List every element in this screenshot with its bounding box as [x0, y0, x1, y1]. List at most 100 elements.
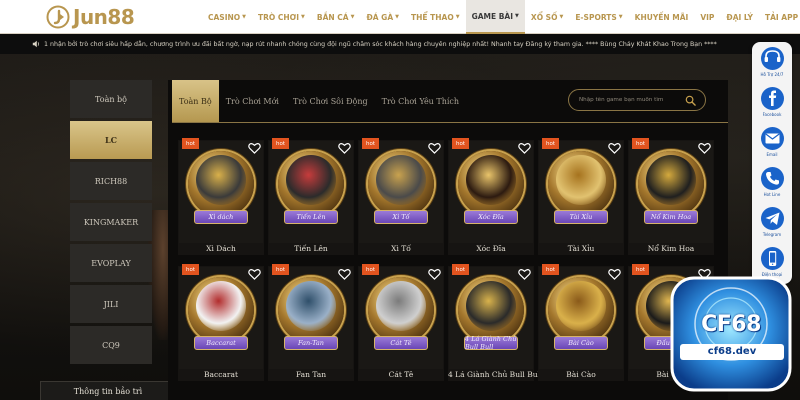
sidebar-item-1[interactable]: LC	[70, 121, 152, 159]
game-thumbnail: Fan-Tan	[269, 267, 353, 369]
rail-item-0[interactable]: Hỗ Trợ 24/7	[754, 44, 790, 84]
chevron-down-icon: ▼	[301, 14, 305, 20]
nav-item-11[interactable]: TẢI APP	[759, 0, 800, 34]
nav-item-3[interactable]: ĐÁ GÀ ▼	[360, 0, 405, 34]
nav-item-label: ĐÁ GÀ	[366, 12, 394, 22]
chevron-down-icon: ▼	[618, 14, 623, 20]
game-card[interactable]: Baccarat hot Baccarat	[178, 264, 264, 381]
tab-divider	[172, 122, 728, 123]
rail-item-2[interactable]: Email	[754, 124, 790, 164]
rail-item-3[interactable]: Hot Line	[754, 164, 790, 204]
facebook-icon	[760, 87, 784, 110]
nav-item-5[interactable]: GAME BÀI ▼	[465, 0, 525, 34]
game-name: Baccarat	[204, 370, 238, 379]
hot-badge: hot	[362, 264, 379, 275]
favorite-heart-icon[interactable]	[608, 268, 621, 280]
rail-label: Email	[766, 152, 778, 157]
sidebar-item-5[interactable]: JILI	[70, 285, 152, 323]
rail-item-1[interactable]: Facebook	[754, 84, 790, 124]
hot-badge: hot	[632, 138, 649, 149]
tab-0[interactable]: Toàn Bộ	[172, 80, 219, 122]
hot-badge: hot	[362, 138, 379, 149]
favorite-heart-icon[interactable]	[428, 142, 441, 154]
rail-label: Hỗ Trợ 24/7	[760, 72, 784, 77]
favorite-heart-icon[interactable]	[698, 142, 711, 154]
game-artwork	[196, 155, 246, 205]
hot-badge: hot	[542, 138, 559, 149]
top-header: Jun88 CASINO ▼ TRÒ CHƠI ▼ BẮN CÁ ▼ ĐÁ GÀ ▼ THỂ T…	[0, 0, 800, 34]
telegram-icon	[760, 207, 784, 230]
game-card[interactable]: Nổ Kim Hoa hot Nổ Kim Hoa	[628, 138, 714, 255]
game-card[interactable]: Tiến Lên hot Tiến Lên	[268, 138, 354, 255]
game-card[interactable]: Tài Xỉu hot Tài Xỉu	[538, 138, 624, 255]
search-icon[interactable]	[685, 95, 696, 106]
game-title-plate: Cát Tê	[374, 336, 428, 350]
rail-item-4[interactable]: Telegram	[754, 204, 790, 244]
nav-item-9[interactable]: VIP	[694, 0, 720, 34]
nav-item-label: KHUYẾN MÃI	[634, 12, 689, 22]
game-thumbnail: Tiến Lên	[269, 141, 353, 243]
sidebar-item-6[interactable]: CQ9	[70, 326, 152, 364]
nav-item-label: GAME BÀI	[471, 11, 514, 21]
nav-item-8[interactable]: KHUYẾN MÃI	[629, 0, 695, 34]
favorite-heart-icon[interactable]	[338, 268, 351, 280]
game-thumbnail: Xóc Đĩa	[449, 141, 533, 243]
game-name: 4 Lá Giành Chủ Bull Bull	[448, 370, 543, 379]
game-tabs: Toàn Bộ Trò Chơi Mới Trò Chơi Sôi Động Trò …	[172, 80, 466, 122]
hot-badge: hot	[182, 264, 199, 275]
game-card[interactable]: Xì dách hot Xì Dách	[178, 138, 264, 255]
game-title-plate: Xì dách	[194, 210, 248, 224]
sidebar-item-2[interactable]: RICH88	[70, 162, 152, 200]
game-panel: Toàn Bộ Trò Chơi Mới Trò Chơi Sôi Động Trò …	[168, 80, 728, 400]
game-thumbnail: Xì dách	[179, 141, 263, 243]
nav-item-label: VIP	[700, 12, 715, 22]
nav-item-4[interactable]: THỂ THAO ▼	[405, 0, 466, 34]
site-logo[interactable]: Jun88	[46, 3, 135, 31]
game-artwork	[376, 281, 426, 331]
tab-3[interactable]: Trò Chơi Yêu Thích	[375, 80, 466, 122]
favorite-heart-icon[interactable]	[518, 268, 531, 280]
game-name: Bài Cào	[566, 370, 596, 379]
nav-item-label: BẮN CÁ	[316, 12, 349, 22]
favorite-heart-icon[interactable]	[338, 142, 351, 154]
nav-item-1[interactable]: TRÒ CHƠI ▼	[252, 0, 311, 34]
marquee-text: 1 nhận bởi trò chơi siêu hấp dẫn, chương…	[44, 40, 717, 48]
favorite-heart-icon[interactable]	[248, 268, 261, 280]
favorite-heart-icon[interactable]	[428, 268, 441, 280]
game-card[interactable]: Fan-Tan hot Fan Tan	[268, 264, 354, 381]
game-card[interactable]: Xóc Đĩa hot Xóc Đĩa	[448, 138, 534, 255]
game-card[interactable]: 4 Lá Giành Chủ Bull Bull hot 4 Lá Giành Ch…	[448, 264, 543, 381]
nav-item-label: CASINO	[208, 12, 241, 22]
jun88-logo-icon	[46, 5, 70, 29]
nav-item-label: E-SPORTS	[575, 12, 617, 22]
favorite-heart-icon[interactable]	[518, 142, 531, 154]
nav-item-6[interactable]: XỔ SỐ ▼	[525, 0, 569, 34]
game-card[interactable]: Bài Cào hot Bài Cào	[538, 264, 624, 381]
favorite-heart-icon[interactable]	[608, 142, 621, 154]
game-search-input[interactable]	[579, 97, 683, 103]
game-card[interactable]: Cát Tê hot Cát Tê	[358, 264, 444, 381]
game-name: Nổ Kim Hoa	[647, 244, 695, 253]
chevron-down-icon: ▼	[515, 13, 519, 19]
game-artwork	[286, 155, 336, 205]
game-card[interactable]: Xì Tố hot Xì Tố	[358, 138, 444, 255]
chevron-down-icon: ▼	[559, 14, 564, 20]
hot-badge: hot	[182, 138, 199, 149]
favorite-heart-icon[interactable]	[248, 142, 261, 154]
nav-item-label: THỂ THAO	[411, 12, 454, 22]
nav-item-2[interactable]: BẮN CÁ ▼	[311, 0, 361, 34]
rail-label: Telegram	[762, 232, 782, 237]
headset-icon	[760, 47, 784, 70]
nav-item-7[interactable]: E-SPORTS ▼	[569, 0, 628, 34]
tab-1[interactable]: Trò Chơi Mới	[219, 80, 286, 122]
maintenance-info-button[interactable]: Thông tin bảo trì	[40, 381, 176, 400]
nav-item-0[interactable]: CASINO ▼	[202, 0, 252, 34]
tab-2[interactable]: Trò Chơi Sôi Động	[286, 80, 375, 122]
sidebar-item-0[interactable]: Toàn bộ	[70, 80, 152, 118]
nav-item-10[interactable]: ĐẠI LÝ	[720, 0, 759, 34]
sidebar-item-3[interactable]: KINGMAKER	[70, 203, 152, 241]
game-search	[568, 89, 706, 111]
sidebar-item-4[interactable]: EVOPLAY	[70, 244, 152, 282]
cf68-watermark: CF68 cf68.dev	[666, 274, 796, 396]
rail-label: Facebook	[762, 112, 782, 117]
